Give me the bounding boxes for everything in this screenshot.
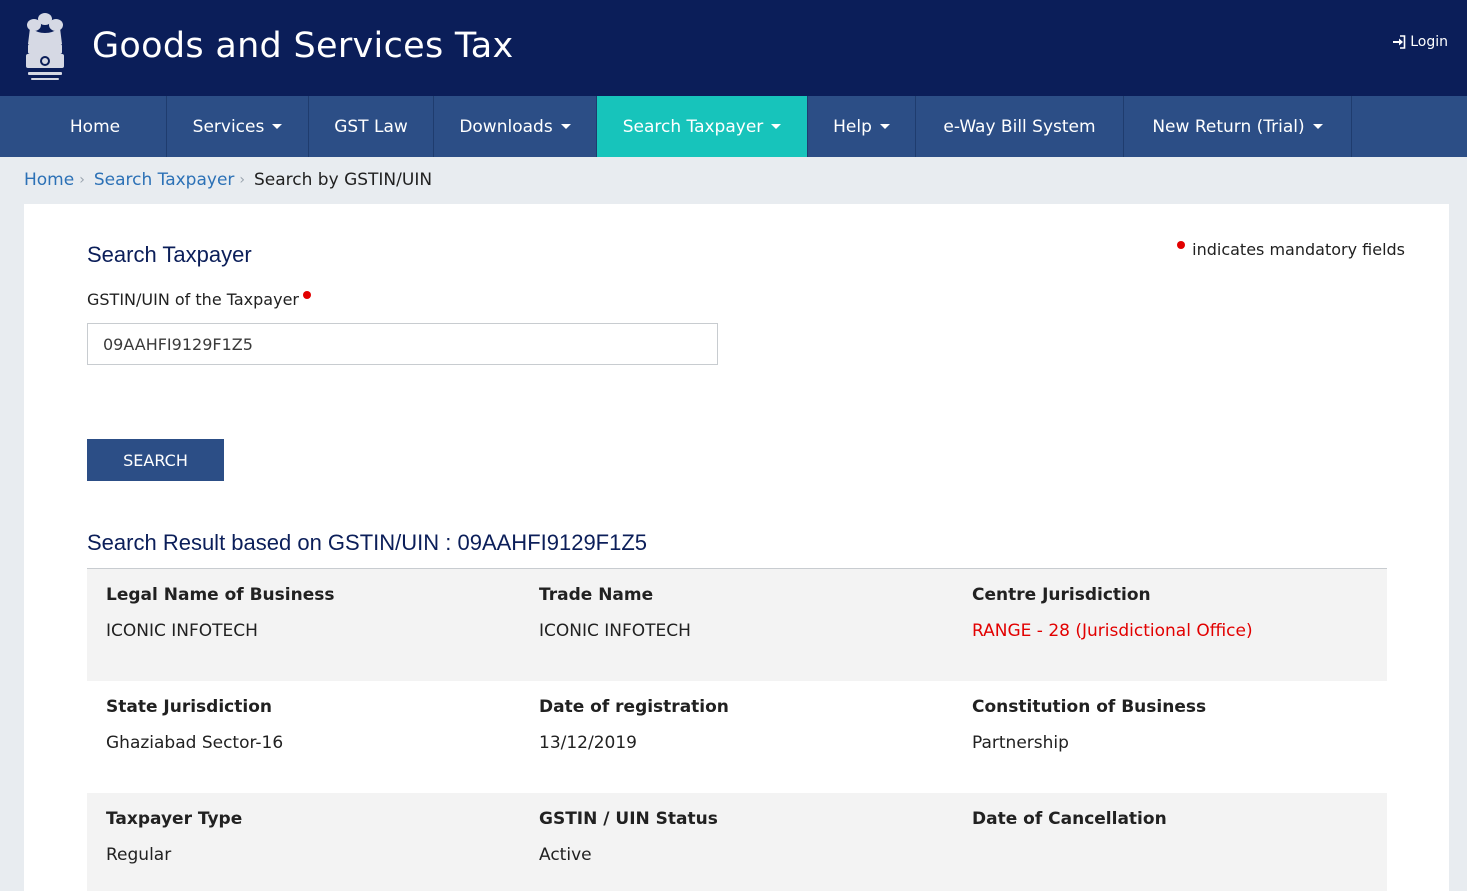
mandatory-note: indicates mandatory fields [1177, 240, 1405, 259]
nav-help[interactable]: Help [808, 96, 916, 157]
result-cell: Legal Name of Business ICONIC INFOTECH [106, 585, 334, 641]
nav-new-return-label: New Return (Trial) [1152, 116, 1305, 137]
results-table: Legal Name of Business ICONIC INFOTECH T… [87, 568, 1387, 891]
field-value: Active [539, 845, 592, 865]
nav-search-taxpayer[interactable]: Search Taxpayer [597, 96, 808, 157]
caret-down-icon [771, 124, 782, 129]
national-emblem-icon[interactable] [22, 10, 68, 86]
sign-in-icon [1393, 35, 1406, 49]
nav-new-return[interactable]: New Return (Trial) [1124, 96, 1352, 157]
field-label: Trade Name [539, 585, 654, 605]
result-cell: GSTIN / UIN Status Active [539, 809, 718, 865]
breadcrumb: Home › Search Taxpayer › Search by GSTIN… [24, 170, 432, 190]
breadcrumb-current: Search by GSTIN/UIN [254, 170, 433, 190]
result-cell: Taxpayer Type Regular [106, 809, 242, 865]
mandatory-note-text: indicates mandatory fields [1192, 240, 1405, 259]
nav-services[interactable]: Services [167, 96, 309, 157]
field-label: Date of registration [539, 697, 729, 717]
field-label: Date of Cancellation [972, 809, 1167, 829]
field-value: 13/12/2019 [539, 733, 637, 753]
nav-downloads-label: Downloads [459, 116, 553, 137]
nav-services-label: Services [192, 116, 265, 137]
result-row: Taxpayer Type Regular GSTIN / UIN Status… [87, 793, 1387, 891]
mandatory-dot-icon [1177, 240, 1186, 249]
mandatory-dot-icon [303, 290, 311, 299]
nav-eway-bill[interactable]: e-Way Bill System [916, 96, 1124, 157]
nav-gst-law-label: GST Law [334, 116, 408, 137]
result-row: Legal Name of Business ICONIC INFOTECH T… [87, 569, 1387, 681]
search-button[interactable]: SEARCH [87, 439, 224, 481]
main-panel: indicates mandatory fields Search Taxpay… [24, 204, 1449, 891]
nav-home-label: Home [69, 116, 121, 137]
gstin-field-label: GSTIN/UIN of the Taxpayer [87, 290, 311, 309]
result-row: State Jurisdiction Ghaziabad Sector-16 D… [87, 681, 1387, 793]
caret-down-icon [560, 124, 571, 129]
field-value: Regular [106, 845, 172, 865]
nav-search-taxpayer-label: Search Taxpayer [622, 116, 764, 137]
field-label: Constitution of Business [972, 697, 1207, 717]
result-cell: Date of Cancellation [972, 809, 1167, 845]
result-cell: Date of registration 13/12/2019 [539, 697, 729, 753]
site-header: Goods and Services Tax Login [0, 0, 1467, 96]
nav-home[interactable]: Home [24, 96, 167, 157]
login-link[interactable]: Login [1392, 34, 1448, 50]
result-cell: Centre Jurisdiction RANGE - 28 (Jurisdic… [972, 585, 1253, 641]
gstin-input[interactable] [87, 323, 718, 365]
field-label: State Jurisdiction [106, 697, 272, 717]
login-label: Login [1410, 34, 1448, 50]
chevron-right-icon: › [239, 172, 245, 188]
nav-downloads[interactable]: Downloads [434, 96, 597, 157]
field-label: Centre Jurisdiction [972, 585, 1151, 605]
field-value: ICONIC INFOTECH [539, 621, 691, 641]
breadcrumb-search-taxpayer[interactable]: Search Taxpayer [94, 170, 235, 190]
breadcrumb-home[interactable]: Home [24, 170, 74, 190]
field-value: ICONIC INFOTECH [106, 621, 258, 641]
field-label: Legal Name of Business [106, 585, 335, 605]
nav-gst-law[interactable]: GST Law [309, 96, 434, 157]
result-cell: State Jurisdiction Ghaziabad Sector-16 [106, 697, 283, 753]
centre-jurisdiction-link[interactable]: RANGE - 28 (Jurisdictional Office) [972, 621, 1253, 641]
caret-down-icon [879, 124, 890, 129]
search-result-title: Search Result based on GSTIN/UIN : 09AAH… [87, 530, 648, 555]
nav-eway-bill-label: e-Way Bill System [943, 116, 1096, 137]
result-cell: Constitution of Business Partnership [972, 697, 1206, 753]
field-label: Taxpayer Type [106, 809, 243, 829]
chevron-right-icon: › [79, 172, 85, 188]
field-value: Partnership [972, 733, 1069, 753]
gstin-field-label-text: GSTIN/UIN of the Taxpayer [87, 290, 299, 309]
site-title: Goods and Services Tax [92, 26, 514, 66]
nav-help-label: Help [833, 116, 872, 137]
section-title: Search Taxpayer [87, 242, 252, 267]
caret-down-icon [272, 124, 283, 129]
main-nav: Home Services GST Law Downloads Search T… [0, 96, 1467, 157]
field-value: Ghaziabad Sector-16 [106, 733, 284, 753]
field-label: GSTIN / UIN Status [539, 809, 718, 829]
caret-down-icon [1312, 124, 1323, 129]
result-cell: Trade Name ICONIC INFOTECH [539, 585, 691, 641]
